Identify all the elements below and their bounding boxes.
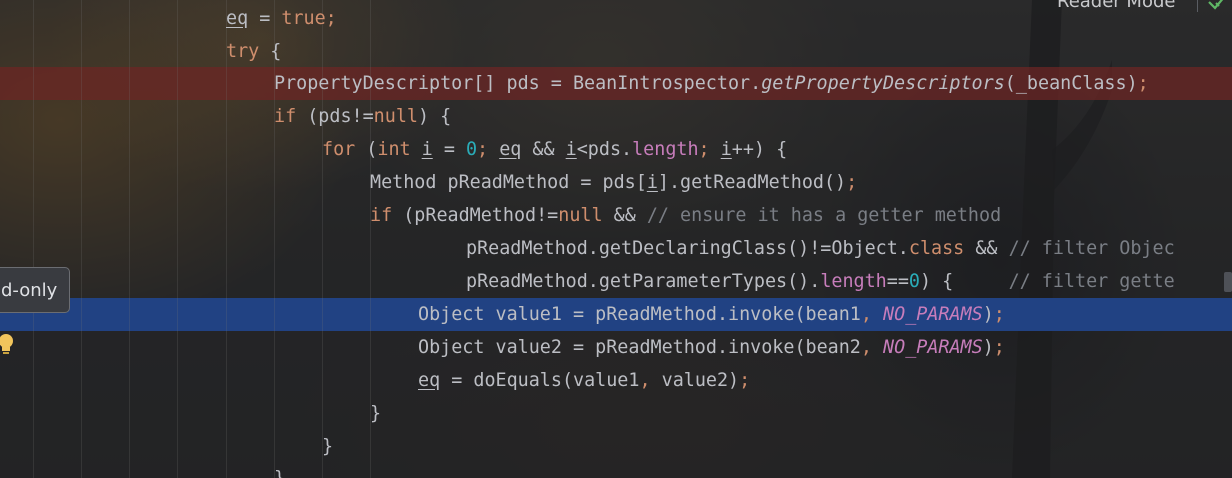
code-line-14[interactable]: } [322, 430, 333, 463]
code-line-11[interactable]: Object value2 = pReadMethod.invoke(bean2… [418, 331, 1005, 364]
scrollbar-marker[interactable] [1224, 272, 1232, 292]
code-line-3[interactable]: PropertyDescriptor[] pds = BeanIntrospec… [274, 67, 1149, 100]
indent-guide [129, 0, 130, 478]
reader-mode-button[interactable]: Reader Mode [1057, 0, 1175, 12]
code-line-5[interactable]: for (int i = 0; eq && i<pds.length; i++)… [322, 133, 787, 166]
code-line-2[interactable]: try { [226, 35, 281, 68]
code-line-7[interactable]: if (pReadMethod!=null && // ensure it ha… [370, 199, 1001, 232]
code-line-9[interactable]: pReadMethod.getParameterTypes().length==… [466, 265, 1175, 298]
code-line-4[interactable]: if (pds!=null) { [274, 100, 451, 133]
lightbulb-icon[interactable] [0, 333, 16, 355]
code-line-10[interactable]: Object value1 = pReadMethod.invoke(bean1… [418, 298, 1005, 331]
indent-guide [33, 0, 34, 478]
indent-guide [81, 0, 82, 478]
code-line-12[interactable]: eq = doEquals(value1, value2); [418, 364, 750, 397]
indent-guide [177, 0, 178, 478]
code-line-6[interactable]: Method pReadMethod = pds[i].getReadMetho… [370, 166, 857, 199]
code-line-8[interactable]: pReadMethod.getDeclaringClass()!=Object.… [466, 232, 1175, 265]
toolbar-divider [1197, 0, 1198, 12]
code-line-13[interactable]: } [370, 397, 381, 430]
indent-guide [226, 0, 227, 478]
read-only-tooltip: d-only [0, 267, 70, 313]
check-icon[interactable] [1207, 0, 1227, 10]
code-line-15[interactable]: } [274, 462, 285, 478]
code-line-1[interactable]: eq = true; [226, 2, 337, 35]
